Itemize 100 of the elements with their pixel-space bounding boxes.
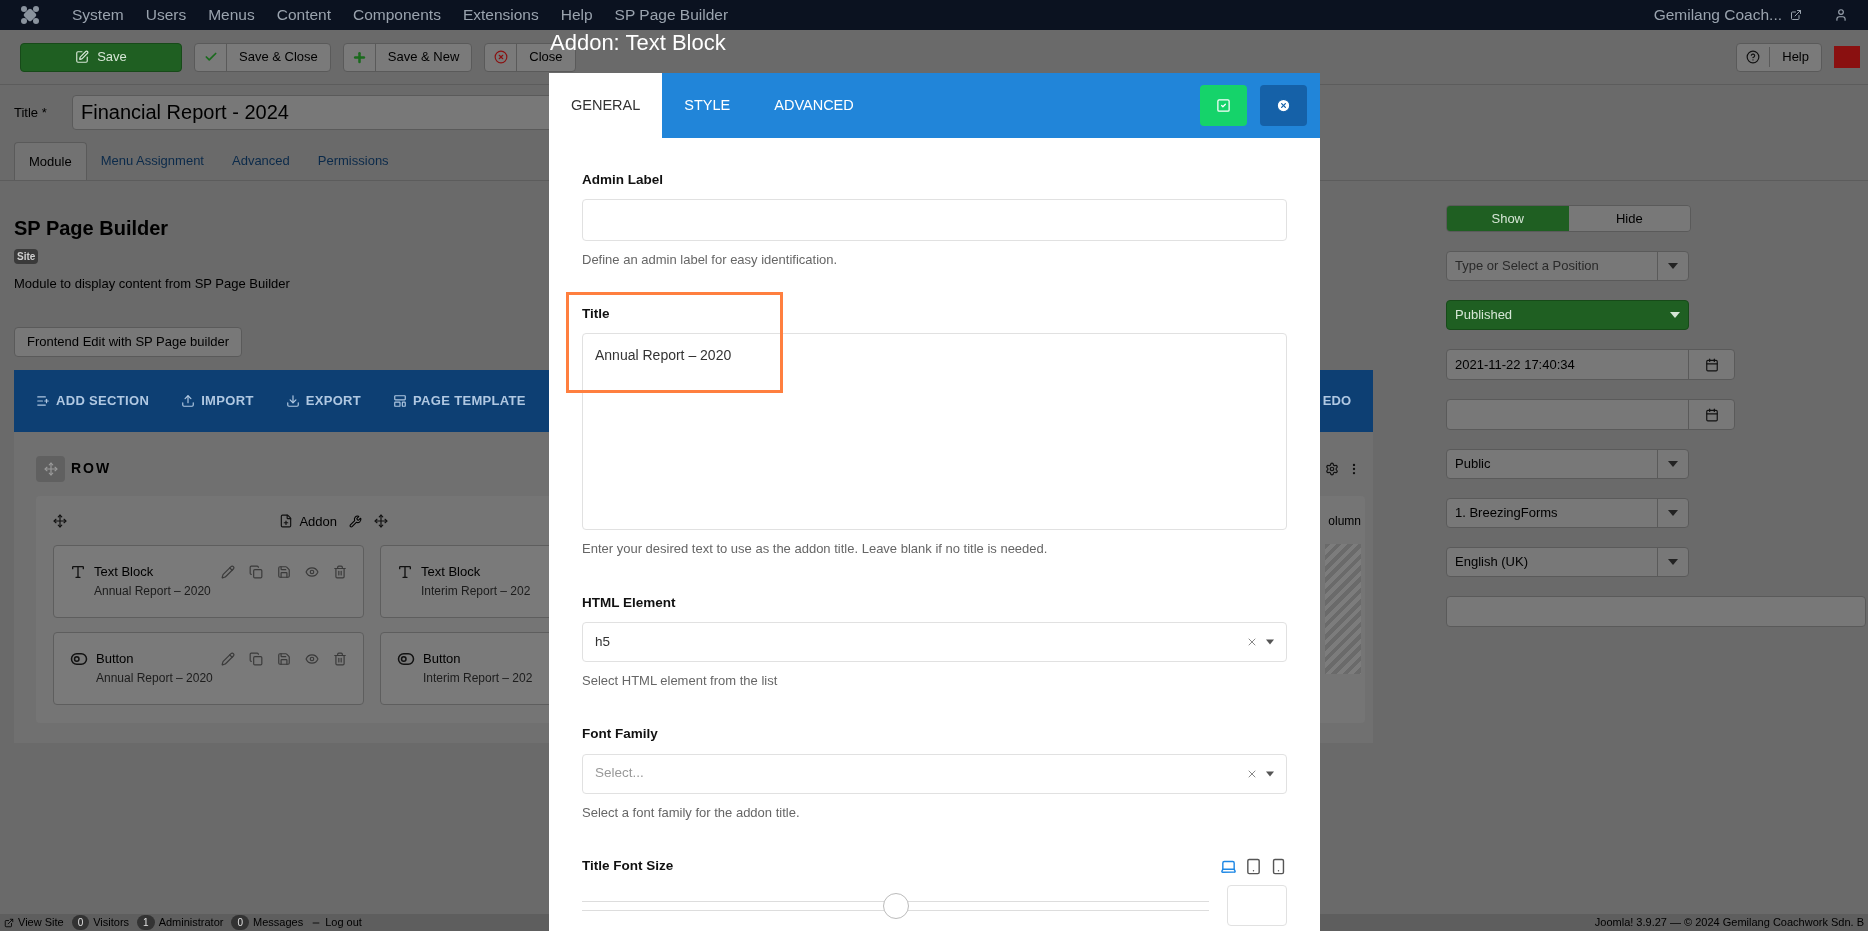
title-textarea[interactable]: Annual Report – 2020 [582,333,1287,530]
help-text: Select a font family for the addon title. [582,803,801,822]
builder-toolbar-button[interactable]: PAGE TEMPLATE [393,390,526,411]
apply-button[interactable] [1200,85,1247,126]
trash-icon[interactable] [333,652,347,666]
save-icon[interactable] [277,565,291,579]
save-close-button[interactable]: Save & Close [194,42,331,72]
dialog-tab[interactable]: STYLE [662,73,753,138]
tab[interactable]: Advanced [218,142,304,180]
menu-item[interactable]: System [72,3,124,27]
caret-icon [1266,638,1274,645]
count-badge: 1 [137,915,155,930]
wrench-icon[interactable] [349,514,362,528]
addon-button[interactable]: Addon [299,511,337,531]
select-field[interactable]: Select... [582,753,1287,794]
date-field[interactable]: 2021-11-22 17:40:34 [1446,349,1735,380]
visibility-toggle[interactable]: Show [1447,206,1569,231]
select-field[interactable]: English (UK) [1446,547,1689,577]
menu-item[interactable]: Extensions [462,3,539,27]
caret-icon [1266,770,1274,777]
menu-item[interactable]: SP Page Builder [614,3,729,27]
frontend-edit-button[interactable]: Frontend Edit with SP Page builder [14,326,243,357]
eye-icon[interactable] [305,652,319,666]
status-link[interactable]: Administrator [158,914,224,931]
save-icon[interactable] [277,652,291,666]
check-icon [203,50,218,64]
date-field[interactable] [1446,399,1735,430]
calendar-icon [1704,357,1719,372]
menu-item[interactable]: Help [560,3,593,27]
trash-icon[interactable] [333,565,347,579]
tab[interactable]: Permissions [303,142,403,180]
text-icon [70,564,86,580]
close-button[interactable] [1260,85,1307,126]
dialog-tab[interactable]: ADVANCED [752,73,876,138]
select-field[interactable]: 1. BreezingForms [1446,498,1689,528]
save-new-button[interactable]: Save & New [342,42,473,72]
column-label: olumn [1328,512,1361,530]
menu-item[interactable]: Users [145,3,187,27]
help-text: Select HTML element from the list [582,671,779,690]
font-size-input[interactable] [1227,885,1287,927]
status-select[interactable]: Published [1446,300,1689,330]
save-button[interactable]: Save [20,42,182,72]
admin-label-input[interactable] [582,199,1287,242]
add-file-icon [279,514,294,529]
addon-subtitle: Interim Report – 202 [423,669,533,687]
user-icon[interactable] [1834,8,1848,22]
eye-icon[interactable] [305,565,319,579]
move-icon[interactable] [374,514,388,529]
settings-icon[interactable] [1325,461,1339,476]
builder-toolbar-button[interactable]: EDO [1322,390,1351,411]
help-button[interactable]: Help [1736,42,1822,72]
calendar-icon [1704,407,1719,422]
check-icon [1216,98,1231,113]
addon-subtitle: Annual Report – 2020 [96,669,213,687]
edit-icon[interactable] [221,565,235,579]
select-field[interactable]: Public [1446,449,1689,479]
menu-item[interactable]: Content [276,3,331,27]
status-link[interactable]: View Site [18,914,64,931]
tab[interactable]: Module [14,142,87,180]
tablet-icon[interactable] [1245,857,1262,875]
copy-icon[interactable] [249,565,263,579]
builder-toolbar-button[interactable]: IMPORT [181,390,254,411]
move-icon[interactable] [53,514,67,529]
menu-item[interactable]: Menus [208,3,255,27]
site-link[interactable]: Gemilang Coach... [1653,3,1782,27]
field-label: Title * [14,103,48,122]
toggle-icon [70,650,88,668]
edit-icon[interactable] [221,652,235,666]
external-link-icon [4,917,14,928]
count-badge: 0 [231,915,249,930]
field-label: HTML Element [582,593,677,612]
phone-icon[interactable] [1270,857,1287,875]
builder-toolbar-button[interactable]: EXPORT [285,390,362,411]
menu-item[interactable]: Components [353,3,441,27]
addon-name: Text Block [94,563,155,581]
dialog-tab[interactable]: GENERAL [549,73,663,138]
addon-card[interactable]: Text Block Annual Report – 2020 [53,545,364,618]
slider-thumb[interactable] [882,892,909,919]
joomla-logo-icon [20,5,40,25]
tab[interactable]: Menu Assignment [86,142,218,180]
caret-icon [1670,312,1680,318]
caret-icon [1668,263,1678,269]
move-handle[interactable] [36,455,65,482]
addon-name: Button [96,650,135,668]
text-field[interactable] [1446,596,1866,627]
site-badge: Site [14,249,39,264]
select-field[interactable]: h5 [582,621,1287,662]
copy-icon[interactable] [249,652,263,666]
builder-toolbar-button[interactable]: ADD SECTION [36,390,150,411]
addon-card[interactable]: Button Annual Report – 2020 [53,632,364,705]
visibility-toggle[interactable]: Hide [1568,206,1690,231]
field-label: Font Family [582,725,659,744]
help-text: Define an admin label for easy identification. [582,251,839,270]
close-icon [493,50,508,64]
download-icon [285,393,300,408]
status-link[interactable]: Log out [325,914,362,931]
select-field[interactable]: Type or Select a Position [1446,251,1689,281]
caret-icon [1668,461,1678,467]
status-link[interactable]: Messages [253,914,304,931]
status-link[interactable]: Visitors [93,914,130,931]
